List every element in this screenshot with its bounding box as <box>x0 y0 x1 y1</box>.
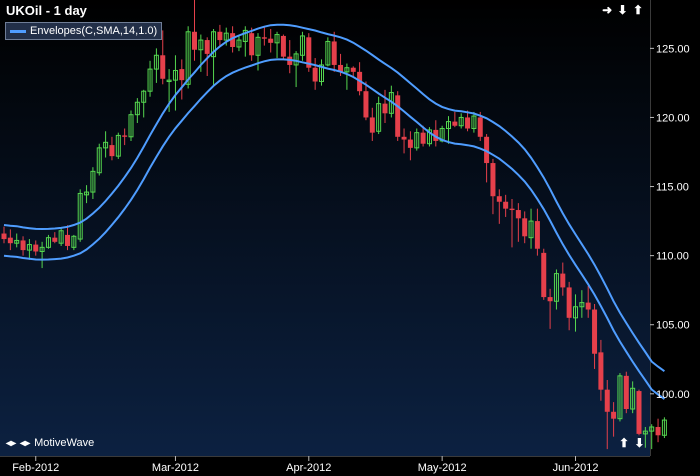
candle-body-down <box>312 67 318 82</box>
y-tick-label: 105.00 <box>656 320 690 332</box>
brand-bar: ◂▸ ◂▸ MotiveWave <box>6 437 94 449</box>
candle-body-down <box>249 33 255 56</box>
candle-body-down <box>509 208 515 211</box>
x-tick-label: Apr-2012 <box>286 462 331 474</box>
candle-body-down <box>541 252 547 298</box>
candle-body-down <box>20 240 26 251</box>
y-tick-label: 110.00 <box>656 251 689 263</box>
candle-body-down <box>401 136 407 140</box>
arrow-up-icon[interactable]: ⬆ <box>633 3 644 17</box>
candle-body-down <box>611 411 617 419</box>
candle-body-down <box>407 139 413 148</box>
candle-body-down <box>560 273 566 288</box>
candle-body-down <box>217 31 223 41</box>
candle-body-down <box>179 69 185 81</box>
candle-body-down <box>592 309 598 354</box>
y-tick-label: 100.00 <box>656 389 690 401</box>
candle-body-down <box>331 41 337 65</box>
candle-body-down <box>515 210 521 219</box>
bottom-right-controls: ⬆ ⬇ <box>619 436 645 450</box>
candle-body-down <box>280 35 286 57</box>
candle-body-down <box>363 91 369 118</box>
candle-body-down <box>268 38 274 43</box>
chart-title: UKOil - 1 day <box>6 3 87 18</box>
candle-body-down <box>369 117 375 133</box>
candle <box>636 389 642 436</box>
candle-body-down <box>566 287 572 318</box>
candle-body-down <box>496 196 502 202</box>
candle-body-down <box>350 67 356 72</box>
watermark: MotiveWave <box>34 437 95 449</box>
candle-body-down <box>420 132 426 144</box>
top-right-controls: ➜ ⬇ ⬆ <box>602 3 644 17</box>
candle <box>280 34 286 60</box>
candle-body-down <box>109 145 115 157</box>
candle-body-down <box>382 103 388 114</box>
x-tick-label: May-2012 <box>418 462 467 474</box>
candle-body-down <box>522 218 528 237</box>
candle-body-down <box>465 117 471 129</box>
candle-body-down <box>52 237 58 242</box>
candle-body-down <box>33 244 39 252</box>
expand-right-icon[interactable]: ➜ <box>602 3 613 17</box>
price-chart[interactable]: 125.00 120.00 115.00 110.00 105.00 100.00 Feb… <box>0 0 700 476</box>
candle <box>395 91 401 141</box>
y-tick-label: 120.00 <box>656 112 690 124</box>
candle-body-down <box>477 117 483 137</box>
candle-body-down <box>395 95 401 137</box>
candle-body-down <box>65 234 70 246</box>
candle-body-down <box>503 201 509 209</box>
candle-body-down <box>7 237 13 244</box>
arrow-down-icon[interactable]: ⬇ <box>618 3 629 17</box>
x-tick-label: Mar-2012 <box>152 462 199 474</box>
arrow-up-icon[interactable]: ⬆ <box>619 436 630 450</box>
candle-body-down <box>604 389 610 412</box>
arrow-down-icon[interactable]: ⬇ <box>634 436 645 450</box>
candle <box>306 33 312 72</box>
candle-body-down <box>490 163 496 197</box>
candle-body-down <box>1 233 7 240</box>
candle-body-down <box>261 37 267 39</box>
candle-body-down <box>160 55 166 79</box>
legend-label: Envelopes(C,SMA,14,1.0) <box>30 25 158 37</box>
candle-body-down <box>547 297 553 302</box>
legend-swatch <box>10 29 26 33</box>
candle-body-down <box>636 391 642 434</box>
move-left-icon[interactable]: ◂▸ <box>6 438 16 449</box>
y-tick-label: 115.00 <box>656 182 689 194</box>
candle-body-down <box>585 302 591 310</box>
candle-body-down <box>122 135 128 137</box>
candle-body-down <box>655 426 661 436</box>
candle-body-down <box>452 121 458 126</box>
move-right-icon[interactable]: ◂▸ <box>20 438 30 449</box>
candle <box>541 248 547 300</box>
candle-body-down <box>623 375 629 410</box>
candle-body-down <box>192 31 197 50</box>
x-tick-label: Feb-2012 <box>12 462 59 474</box>
x-tick-label: Jun-2012 <box>553 462 599 474</box>
y-axis-panel <box>650 0 700 476</box>
candle-body-down <box>534 221 540 249</box>
y-tick-label: 125.00 <box>656 43 690 55</box>
indicator-legend[interactable]: Envelopes(C,SMA,14,1.0) <box>5 22 163 40</box>
candle-body-down <box>204 40 210 54</box>
candle <box>623 371 629 414</box>
candle-body-down <box>598 352 604 390</box>
